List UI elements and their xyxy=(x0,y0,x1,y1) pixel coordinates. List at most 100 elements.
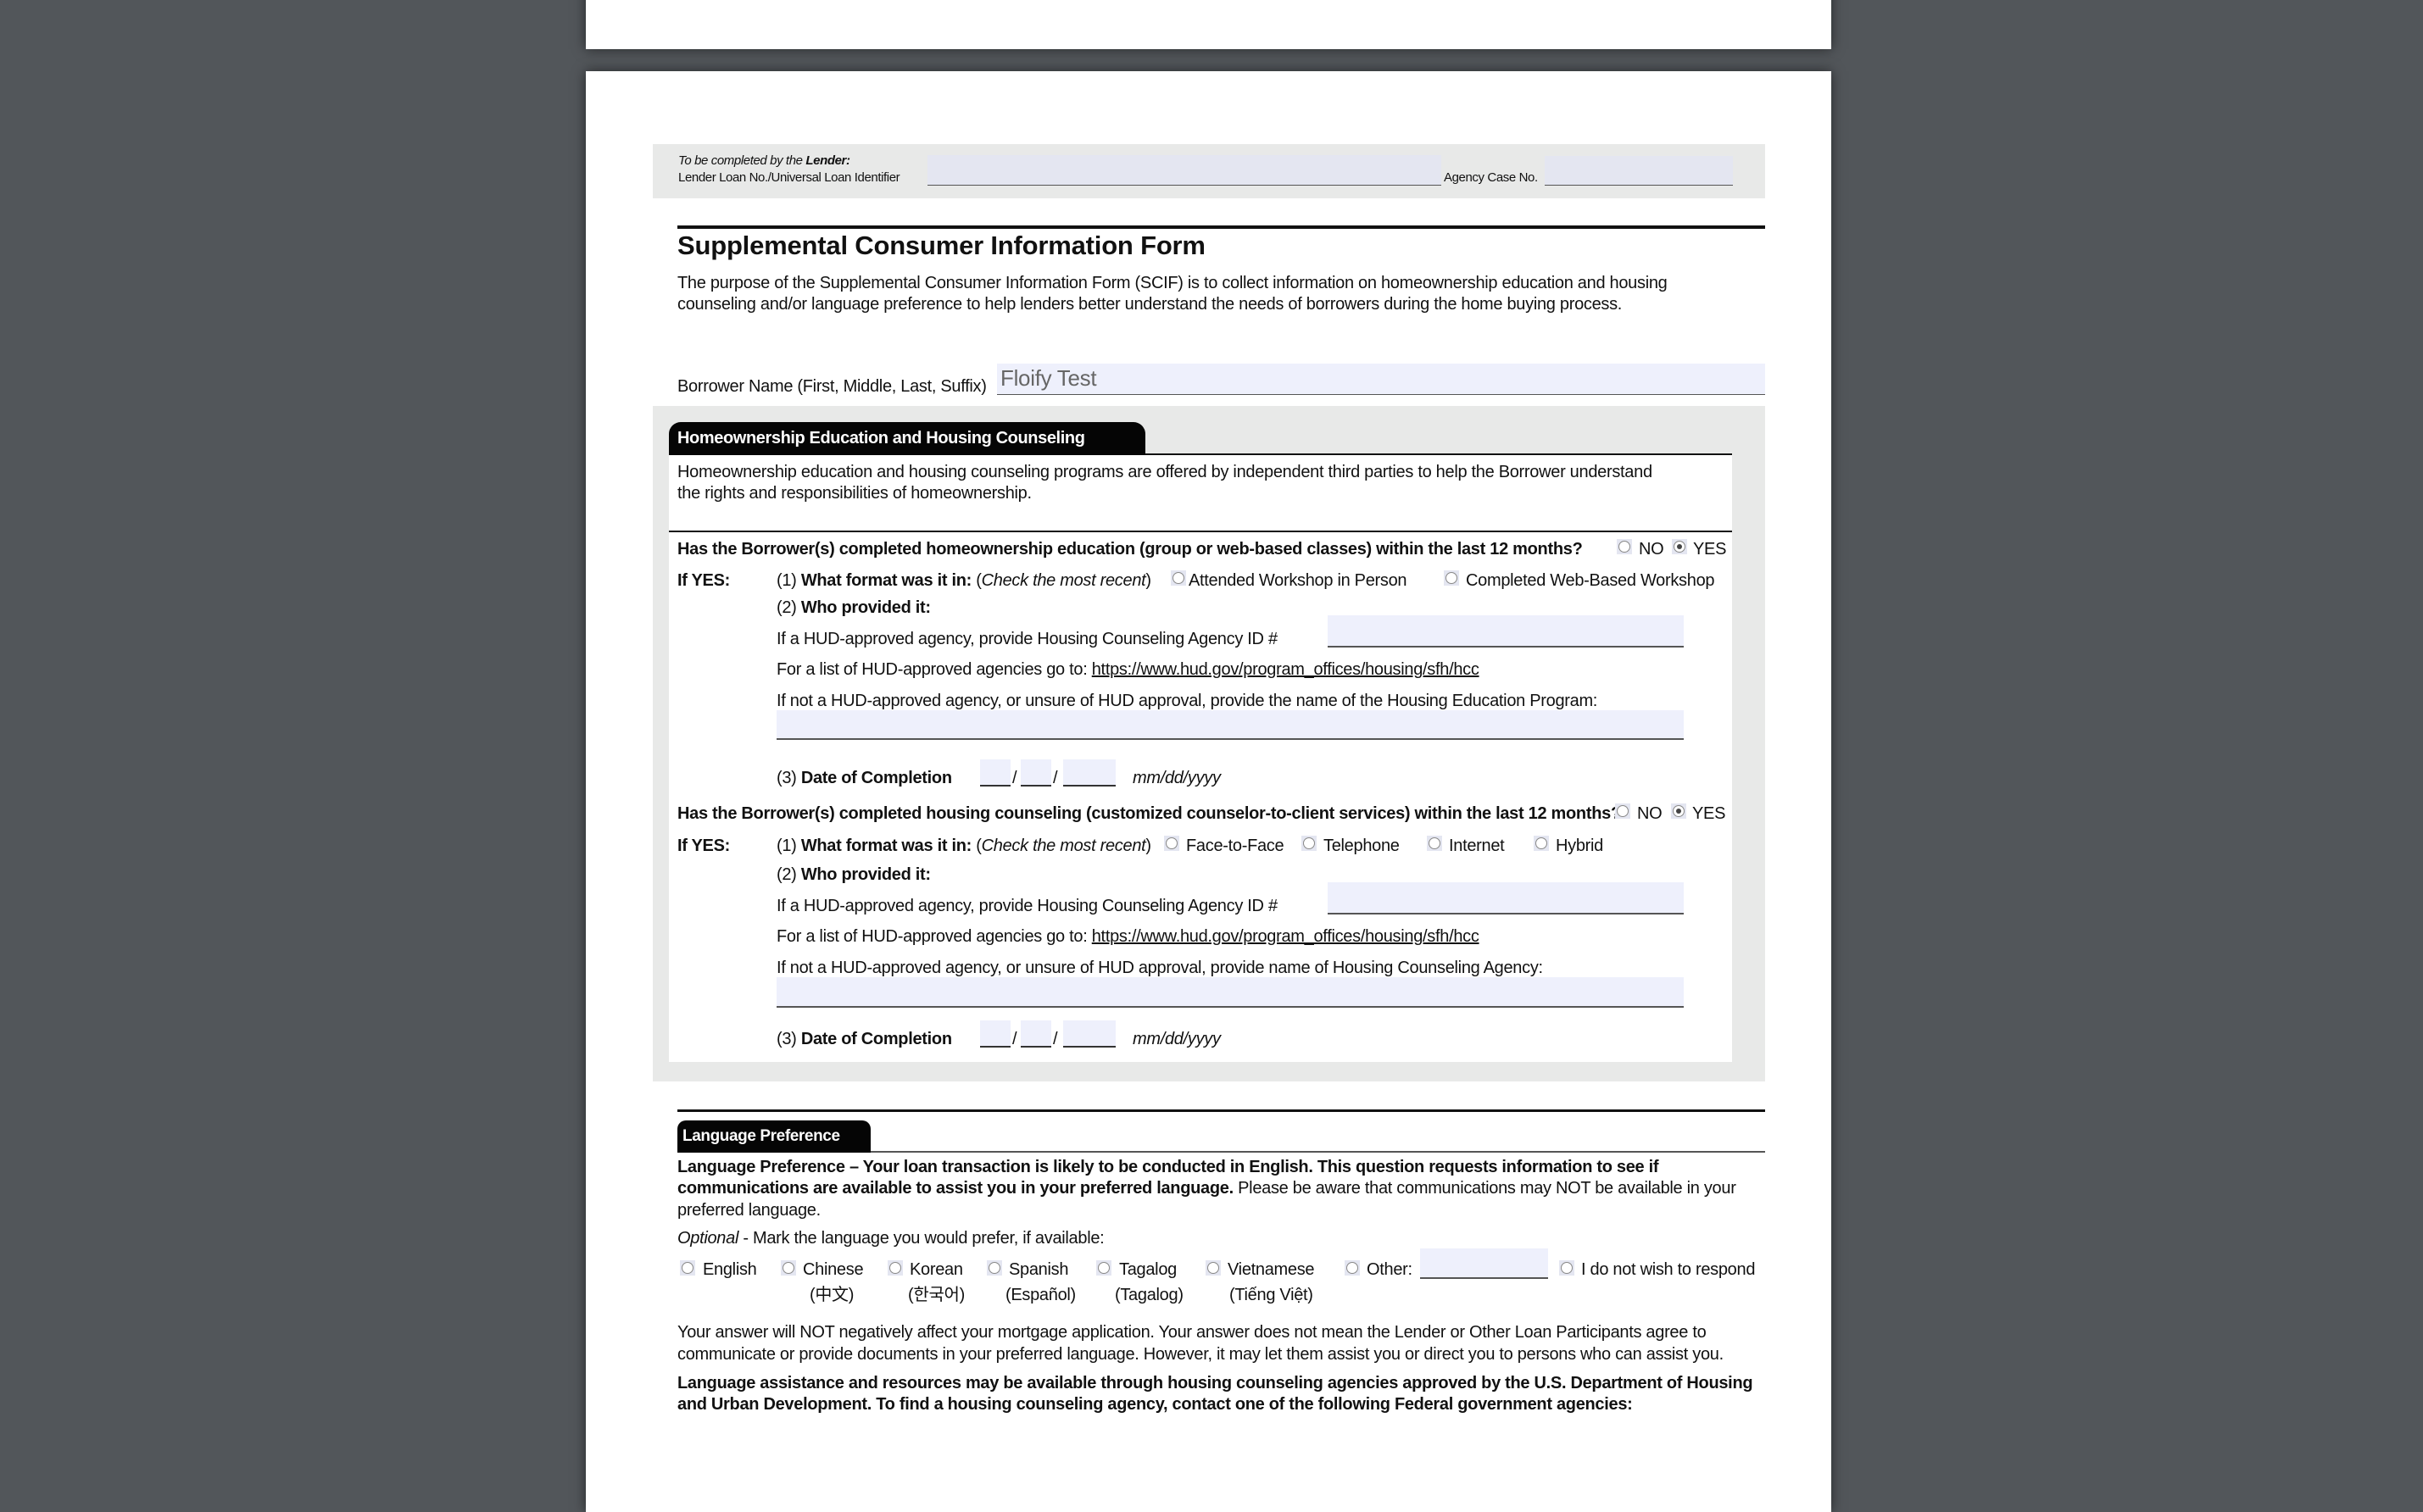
tab-underline xyxy=(1145,453,1732,455)
language-intro-line-2: communications are available to assist y… xyxy=(677,1178,1736,1198)
list-label: For a list of HUD-approved agencies go t… xyxy=(777,660,1092,679)
housing-intro-line-2: the rights and responsibilities of homeo… xyxy=(677,484,1032,503)
intro-bold-2: communications are available to assist y… xyxy=(677,1179,1234,1198)
page-title: Supplemental Consumer Information Form xyxy=(677,231,1206,260)
education-date-dd[interactable] xyxy=(1021,759,1051,787)
education-list-text: For a list of HUD-approved agencies go t… xyxy=(777,659,1479,680)
language-tab-underline xyxy=(871,1151,1765,1153)
date-label: Date of Completion xyxy=(800,1030,952,1048)
counseling-question: Has the Borrower(s) completed housing co… xyxy=(677,804,1621,823)
date-num: (3) xyxy=(777,769,801,787)
language-vietnamese-radio[interactable] xyxy=(1206,1260,1221,1276)
language-spanish-radio[interactable] xyxy=(987,1260,1002,1276)
education-date-mm[interactable] xyxy=(980,759,1011,787)
format-in-person-radio[interactable] xyxy=(1171,570,1186,586)
language-other-radio[interactable] xyxy=(1345,1260,1360,1276)
education-yes-label: YES xyxy=(1693,540,1727,559)
format-telephone-radio[interactable] xyxy=(1301,836,1317,851)
hud-agencies-link[interactable]: https://www.hud.gov/program_offices/hous… xyxy=(1092,660,1479,679)
format-internet-label: Internet xyxy=(1449,837,1505,855)
housing-section-tab: Homeownership Education and Housing Coun… xyxy=(669,422,1145,455)
education-no-radio[interactable] xyxy=(1617,539,1632,554)
language-vietnamese-native: (Tiếng Việt) xyxy=(1229,1286,1313,1304)
language-english-label: English xyxy=(703,1260,757,1279)
format-internet-radio[interactable] xyxy=(1427,836,1442,851)
loan-id-input[interactable] xyxy=(927,155,1441,186)
language-chinese-label: Chinese xyxy=(803,1260,864,1279)
counseling-yes-label: YES xyxy=(1692,804,1726,823)
format-web-based-radio[interactable] xyxy=(1444,570,1459,586)
who-label: Who provided it: xyxy=(800,865,931,884)
hud-agencies-link[interactable]: https://www.hud.gov/program_offices/hous… xyxy=(1092,927,1479,946)
purpose-text-line-1: The purpose of the Supplemental Consumer… xyxy=(677,274,1668,292)
format-hint-open: ( xyxy=(972,837,982,855)
education-hud-id-input[interactable] xyxy=(1328,615,1684,648)
language-tagalog-radio[interactable] xyxy=(1096,1260,1111,1276)
counseling-hud-id-input[interactable] xyxy=(1328,882,1684,914)
language-tagalog-label: Tagalog xyxy=(1119,1260,1177,1279)
language-chinese-radio[interactable] xyxy=(781,1260,796,1276)
education-date-yyyy[interactable] xyxy=(1063,759,1116,787)
language-spanish-native: (Español) xyxy=(1005,1286,1076,1304)
counseling-who-provided: (2) Who provided it: xyxy=(777,864,931,885)
language-other-label: Other: xyxy=(1367,1260,1412,1279)
education-who-provided: (2) Who provided it: xyxy=(777,598,931,618)
format-hybrid-label: Hybrid xyxy=(1556,837,1603,855)
intro-rule xyxy=(669,531,1732,532)
counseling-agency-name-input[interactable] xyxy=(777,977,1684,1008)
date-label: Date of Completion xyxy=(800,769,952,787)
language-english-radio[interactable] xyxy=(680,1260,695,1276)
language-intro-line-1: Language Preference – Your loan transact… xyxy=(677,1158,1659,1176)
format-num: (1) xyxy=(777,837,801,855)
format-hint: Check the most recent xyxy=(981,571,1146,590)
language-optional-text: Optional - Mark the language you would p… xyxy=(677,1228,1105,1248)
counseling-date-dd[interactable] xyxy=(1021,1020,1051,1048)
date-num: (3) xyxy=(777,1030,801,1048)
language-korean-radio[interactable] xyxy=(888,1260,903,1276)
education-program-name-input[interactable] xyxy=(777,710,1684,740)
language-section-rule xyxy=(677,1109,1765,1112)
language-other-input[interactable] xyxy=(1420,1248,1548,1279)
language-assist-line-1: Language assistance and resources may be… xyxy=(677,1374,1753,1392)
counseling-no-radio[interactable] xyxy=(1615,803,1630,819)
education-no-label: NO xyxy=(1639,540,1664,559)
format-hint-open: ( xyxy=(972,571,982,590)
who-label: Who provided it: xyxy=(800,598,931,617)
language-answer-line-2: communicate or provide documents in your… xyxy=(677,1345,1724,1364)
format-hint-close: ) xyxy=(1145,571,1151,590)
language-assist-line-2: and Urban Development. To find a housing… xyxy=(677,1395,1633,1414)
education-yes-radio[interactable] xyxy=(1672,539,1687,554)
counseling-yes-radio[interactable] xyxy=(1671,803,1686,819)
list-label: For a list of HUD-approved agencies go t… xyxy=(777,927,1092,946)
language-korean-label: Korean xyxy=(910,1260,963,1279)
format-hybrid-radio[interactable] xyxy=(1534,836,1549,851)
education-not-hud-label: If not a HUD-approved agency, or unsure … xyxy=(777,692,1598,710)
counseling-date-label: (3) Date of Completion xyxy=(777,1029,952,1049)
counseling-date-mm[interactable] xyxy=(980,1020,1011,1048)
education-if-yes: If YES: xyxy=(677,571,730,590)
optional-italic: Optional xyxy=(677,1229,739,1248)
loan-id-label: Lender Loan No./Universal Loan Identifie… xyxy=(678,170,900,185)
borrower-name-input[interactable]: Floify Test xyxy=(997,364,1765,395)
counseling-if-yes: If YES: xyxy=(677,837,730,855)
education-question: Has the Borrower(s) completed homeowners… xyxy=(677,540,1583,559)
language-korean-native: (한국어) xyxy=(908,1286,966,1304)
format-in-person-label: Attended Workshop in Person xyxy=(1189,571,1407,590)
language-no-response-radio[interactable] xyxy=(1559,1260,1574,1276)
who-num: (2) xyxy=(777,865,801,884)
agency-case-input[interactable] xyxy=(1545,156,1733,186)
format-face-to-face-radio[interactable] xyxy=(1164,836,1179,851)
borrower-name-value: Floify Test xyxy=(1000,365,1097,391)
education-format-question: (1) What format was it in: (Check the mo… xyxy=(777,570,1151,591)
education-date-label: (3) Date of Completion xyxy=(777,768,952,788)
format-label: What format was it in: xyxy=(800,837,972,855)
housing-intro-line-1: Homeownership education and housing coun… xyxy=(677,463,1652,481)
purpose-text-line-2: counseling and/or language preference to… xyxy=(677,295,1623,314)
format-telephone-label: Telephone xyxy=(1323,837,1400,855)
who-num: (2) xyxy=(777,598,801,617)
previous-page xyxy=(586,0,1831,49)
format-hint: Check the most recent xyxy=(981,837,1146,855)
counseling-date-yyyy[interactable] xyxy=(1063,1020,1116,1048)
language-vietnamese-label: Vietnamese xyxy=(1228,1260,1315,1279)
language-spanish-label: Spanish xyxy=(1009,1260,1069,1279)
